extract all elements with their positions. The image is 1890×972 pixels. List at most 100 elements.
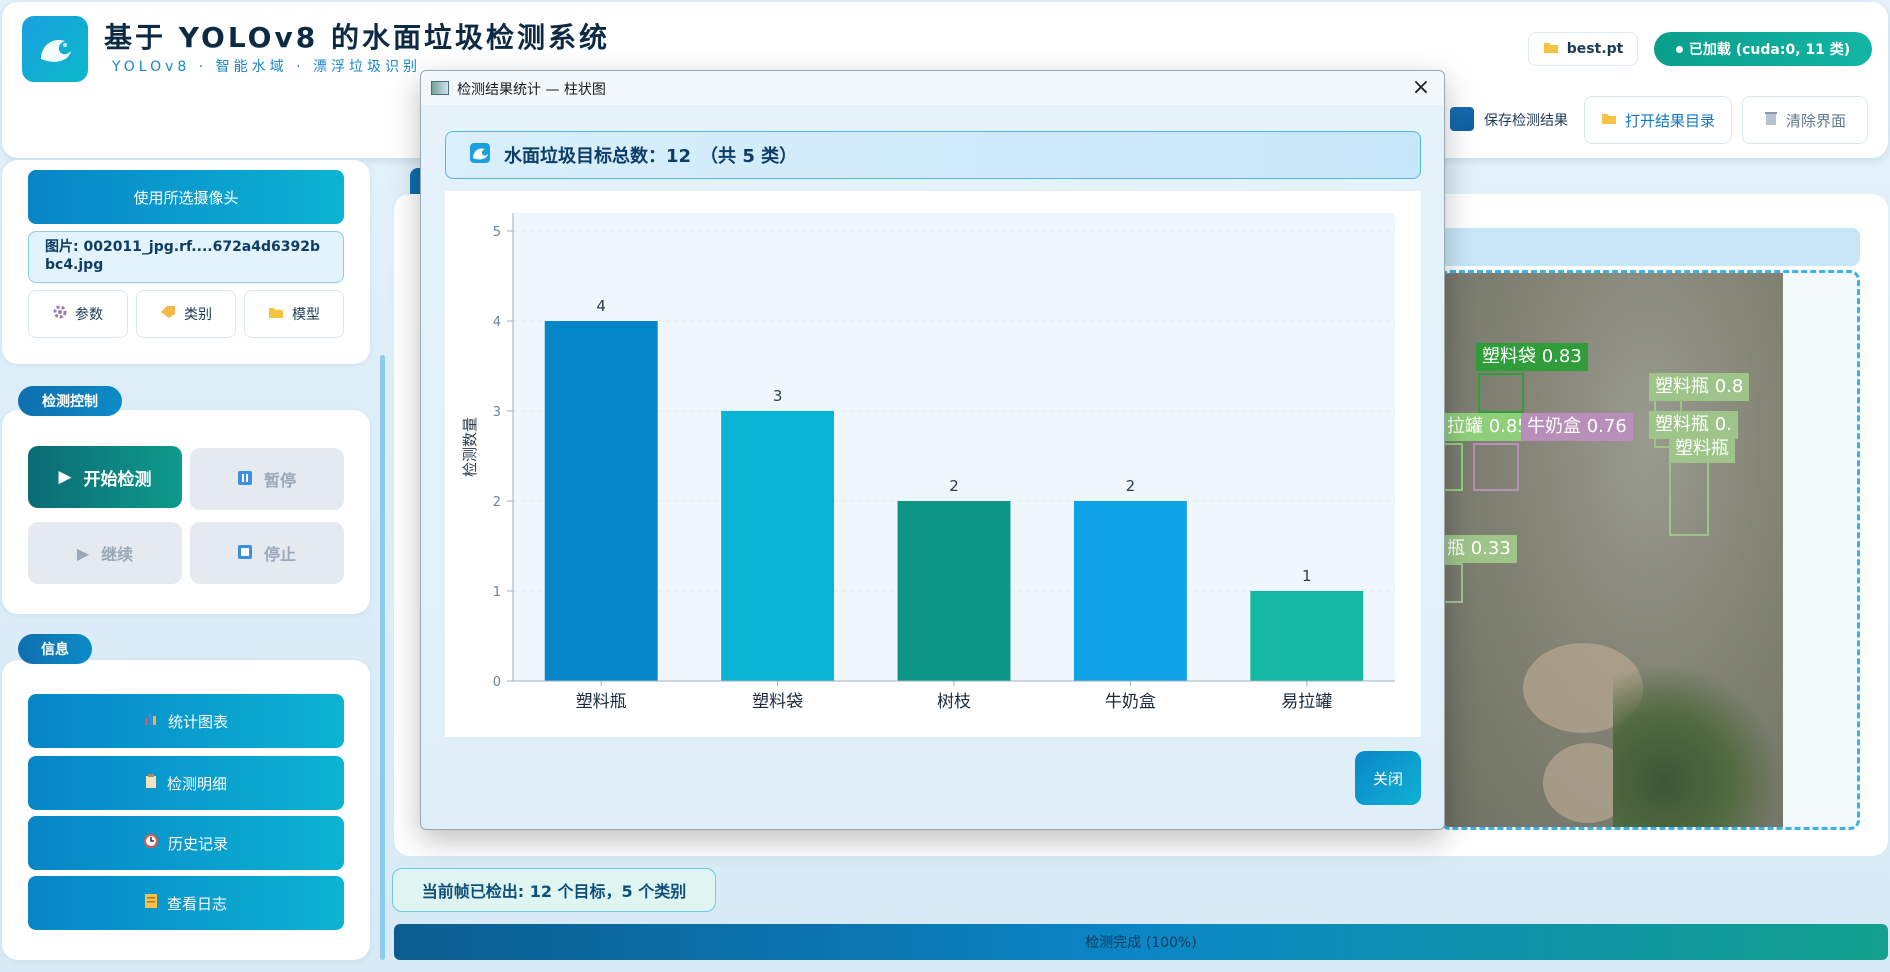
bar xyxy=(544,321,658,681)
play-icon: ▶ xyxy=(76,543,90,563)
detection-box xyxy=(1443,443,1463,491)
stop-button[interactable]: 停止 xyxy=(190,522,344,584)
detection-status-message: 当前帧已检出: 12 个目标，5 个类别 xyxy=(392,868,716,912)
detection-box xyxy=(1473,443,1519,491)
open-results-dir-button[interactable]: 打开结果目录 xyxy=(1584,96,1732,144)
y-tick-label: 4 xyxy=(493,315,501,330)
x-tick-label: 牛奶盒 xyxy=(1105,692,1156,712)
section-detection-control: 检测控制 xyxy=(18,386,122,416)
progress-text: 检测完成 (100%) xyxy=(1085,935,1197,951)
history-label: 历史记录 xyxy=(167,834,228,853)
app-subtitle: YOLOv8 · 智能水域 · 漂浮垃圾识别 xyxy=(112,59,422,75)
detection-progress-bar: 检测完成 (100%) xyxy=(394,924,1888,960)
clear-ui-button[interactable]: 清除界面 xyxy=(1742,96,1868,144)
bar-data-label: 4 xyxy=(596,297,606,315)
folder-icon xyxy=(1543,40,1559,58)
bar xyxy=(1073,501,1187,681)
pause-label: 暂停 xyxy=(263,471,296,490)
resume-label: 继续 xyxy=(101,545,134,564)
tag-icon xyxy=(160,305,176,323)
pause-icon xyxy=(237,470,252,489)
bar xyxy=(897,501,1011,681)
view-log-button[interactable]: 查看日志 xyxy=(28,876,344,930)
use-camera-label: 使用所选摄像头 xyxy=(133,188,239,207)
x-tick-label: 塑料袋 xyxy=(752,692,803,712)
y-tick-label: 0 xyxy=(493,675,501,690)
start-detection-button[interactable]: ▶ 开始检测 xyxy=(28,446,182,508)
wave-icon xyxy=(470,142,490,168)
weeds-shape xyxy=(1613,663,1783,827)
detection-label: 牛奶盒 0.76 xyxy=(1521,413,1633,441)
status-dot-icon xyxy=(1675,45,1683,53)
detection-image: 塑料袋 0.83 塑料瓶 0.8 塑料瓶 0. 塑料瓶 拉罐 0.85 牛奶盒 … xyxy=(1443,273,1783,827)
stop-icon xyxy=(237,544,252,563)
x-tick-label: 易拉罐 xyxy=(1281,692,1332,712)
y-tick-label: 1 xyxy=(493,585,501,600)
x-tick-label: 树枝 xyxy=(937,692,971,712)
clock-icon xyxy=(143,834,158,852)
detection-label: 塑料瓶 0.8 xyxy=(1649,373,1750,401)
save-results-label: 保存检测结果 xyxy=(1484,113,1568,129)
params-button[interactable]: 参数 xyxy=(28,290,128,338)
save-results-checkbox[interactable] xyxy=(1450,107,1474,131)
play-icon: ▶ xyxy=(58,467,72,487)
resume-button[interactable]: ▶ 继续 xyxy=(28,522,182,584)
section-info: 信息 xyxy=(18,634,92,664)
close-icon[interactable]: × xyxy=(1408,75,1434,101)
bar-data-label: 2 xyxy=(949,477,959,495)
params-label: 参数 xyxy=(75,307,103,323)
dialog-close-label: 关闭 xyxy=(1372,769,1403,788)
y-tick-label: 3 xyxy=(493,405,501,420)
start-detection-label: 开始检测 xyxy=(83,469,152,490)
total-summary-banner: 水面垃圾目标总数：12 （共 5 类） xyxy=(445,131,1421,179)
classes-button[interactable]: 类别 xyxy=(136,290,236,338)
history-button[interactable]: 历史记录 xyxy=(28,816,344,870)
display-header-strip xyxy=(1440,228,1860,266)
model-button[interactable]: 模型 xyxy=(244,290,344,338)
classes-label: 类别 xyxy=(184,307,212,323)
dialog-close-button[interactable]: 关闭 xyxy=(1355,751,1421,805)
detection-box xyxy=(1669,458,1709,536)
detection-image-frame: 塑料袋 0.83 塑料瓶 0.8 塑料瓶 0. 塑料瓶 拉罐 0.85 牛奶盒 … xyxy=(1440,270,1860,830)
view-log-label: 查看日志 xyxy=(166,894,227,913)
app-logo xyxy=(22,16,88,82)
y-tick-label: 2 xyxy=(493,495,501,510)
stop-label: 停止 xyxy=(263,545,296,564)
trash-icon xyxy=(1764,110,1778,130)
gear-icon xyxy=(53,305,67,323)
window-icon xyxy=(431,81,449,95)
y-tick-label: 5 xyxy=(493,225,501,240)
x-tick-label: 塑料瓶 xyxy=(576,692,627,712)
bar-chart-svg: 4 3 2 2 1 0 1 2 3 4 5 塑料瓶 塑料袋 树枝 牛奶盒 易拉罐 检测数量 xyxy=(461,213,1395,712)
model-status-text: 已加载 (cuda:0, 11 类) xyxy=(1688,42,1851,58)
dialog-titlebar[interactable]: 检测结果统计 — 柱状图 × xyxy=(421,71,1444,105)
pause-button[interactable]: 暂停 xyxy=(190,448,344,510)
clipboard-icon xyxy=(145,774,157,792)
stats-chart-button[interactable]: 统计图表 xyxy=(28,694,344,748)
dialog-title: 检测结果统计 — 柱状图 xyxy=(457,82,606,98)
clear-ui-label: 清除界面 xyxy=(1785,111,1846,130)
open-results-dir-label: 打开结果目录 xyxy=(1624,111,1715,130)
detection-box xyxy=(1478,373,1524,413)
detection-label: 瓶 0.33 xyxy=(1443,535,1517,563)
detection-detail-label: 检测明细 xyxy=(166,774,227,793)
model-status-badge: 已加载 (cuda:0, 11 类) xyxy=(1654,32,1872,66)
stats-chart-label: 统计图表 xyxy=(167,712,228,731)
wave-icon xyxy=(41,39,71,62)
bar-data-label: 1 xyxy=(1302,567,1312,585)
folder-icon xyxy=(1601,111,1617,129)
y-axis-label: 检测数量 xyxy=(461,417,479,477)
bar xyxy=(1250,591,1364,681)
app-title: 基于 YOLOv8 的水面垃圾检测系统 xyxy=(104,21,610,54)
left-panel-scrollbar[interactable] xyxy=(380,355,385,960)
use-camera-button[interactable]: 使用所选摄像头 xyxy=(28,170,344,224)
model-file-chip[interactable]: best.pt xyxy=(1528,32,1638,66)
model-file-label: best.pt xyxy=(1566,41,1624,57)
detection-label: 塑料袋 0.83 xyxy=(1476,343,1588,371)
bar xyxy=(721,411,835,681)
bar-chart-icon xyxy=(144,712,158,730)
detection-detail-button[interactable]: 检测明细 xyxy=(28,756,344,810)
bar-data-label: 2 xyxy=(1126,477,1136,495)
detection-label: 塑料瓶 xyxy=(1669,435,1735,463)
total-summary-text: 水面垃圾目标总数：12 （共 5 类） xyxy=(504,146,798,167)
